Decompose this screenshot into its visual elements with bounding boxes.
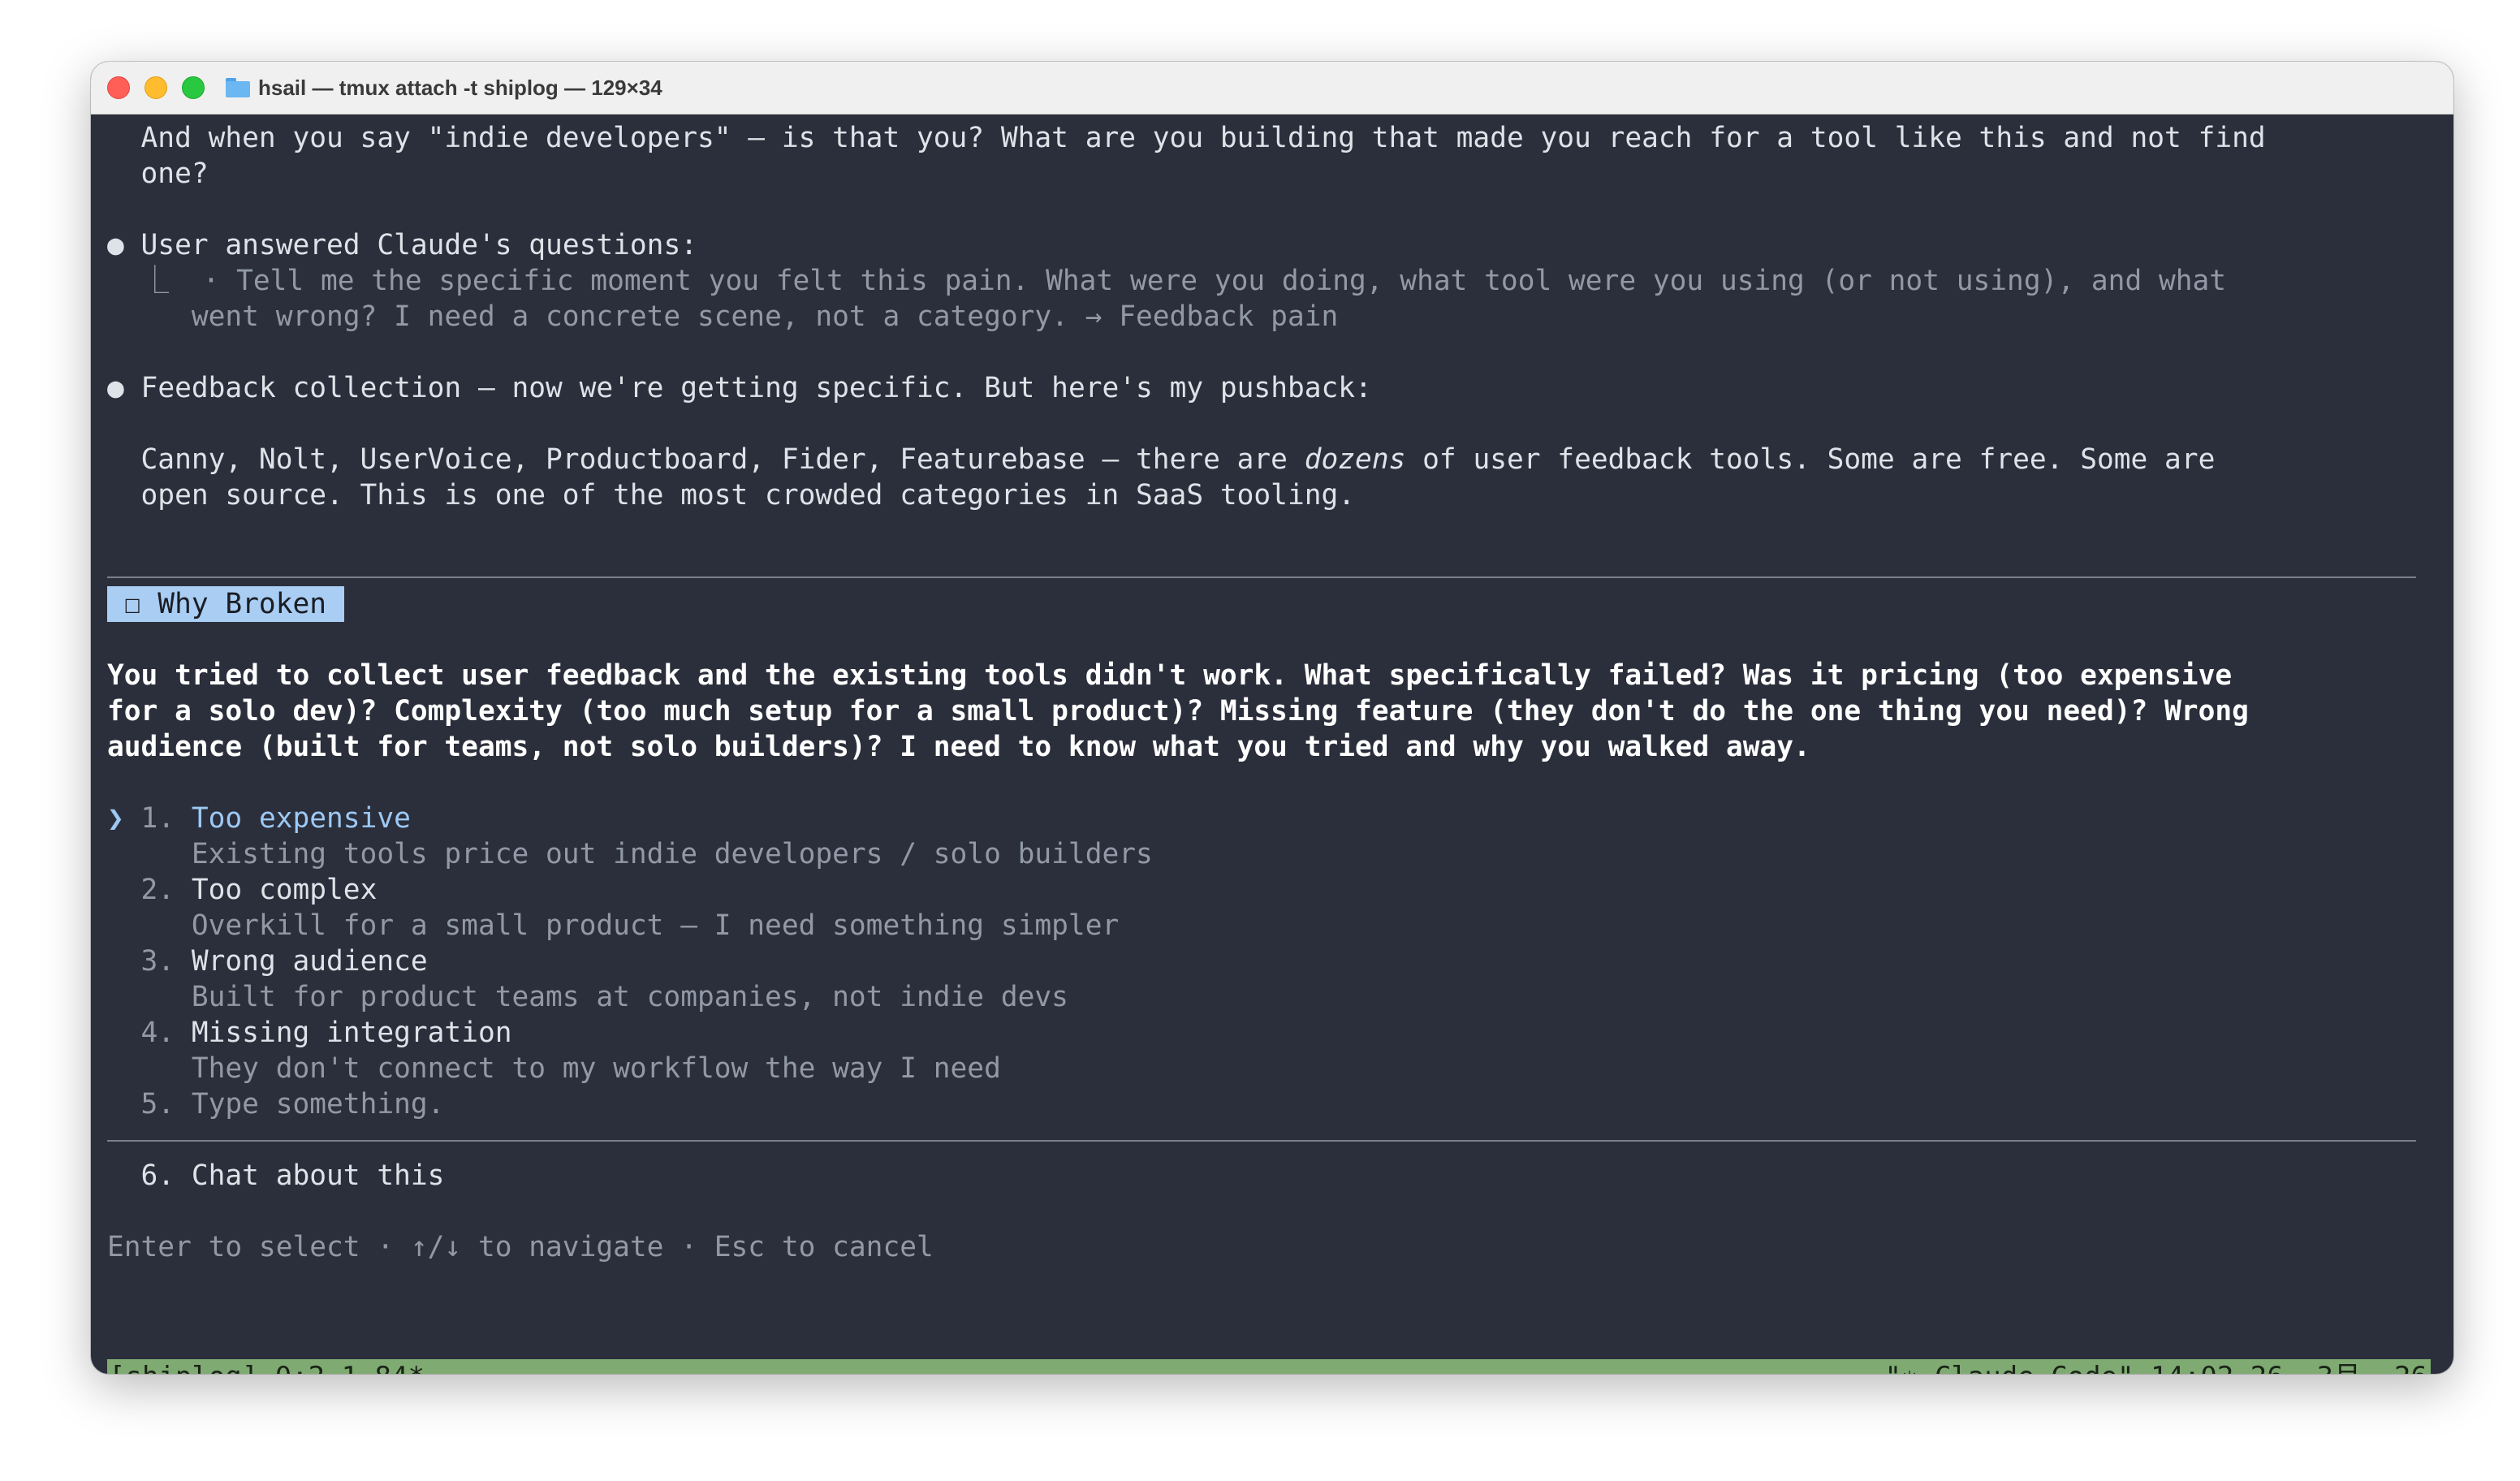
- option-4[interactable]: 4. Missing integration: [107, 1015, 512, 1051]
- footer-hint: Enter to select · ↑/↓ to navigate · Esc …: [107, 1231, 934, 1263]
- terminal-window: hsail — tmux attach -t shiplog — 129×34 …: [91, 62, 2453, 1374]
- divider: [107, 1140, 2416, 1142]
- question-text: You tried to collect user feedback and t…: [107, 659, 2233, 692]
- zoom-button[interactable]: [182, 76, 205, 99]
- window-title-group: hsail — tmux attach -t shiplog — 129×34: [226, 62, 662, 114]
- title-bar[interactable]: hsail — tmux attach -t shiplog — 129×34: [91, 62, 2453, 114]
- option-description: They don't connect to my workflow the wa…: [107, 1052, 1001, 1085]
- folder-icon: [226, 78, 250, 97]
- option-label: Wrong audience: [191, 945, 428, 978]
- question-text: for a solo dev)? Complexity (too much se…: [107, 695, 2249, 728]
- question-text: audience (built for teams, not solo buil…: [107, 731, 1810, 763]
- option-description: Existing tools price out indie developer…: [107, 838, 1153, 870]
- transcript-line: ⎿ · Tell me the specific moment you felt…: [107, 265, 2227, 297]
- option-6-chat[interactable]: 6. Chat about this: [107, 1158, 445, 1194]
- question-header: ☐ Why Broken: [107, 586, 345, 622]
- option-label: Type something.: [191, 1088, 445, 1120]
- window-title: hsail — tmux attach -t shiplog — 129×34: [258, 75, 662, 100]
- bullet-icon: ●: [107, 372, 124, 404]
- option-label: Missing integration: [191, 1017, 512, 1049]
- question-header-badge: ☐ Why Broken: [107, 586, 345, 622]
- option-description: Overkill for a small product — I need so…: [107, 909, 1120, 942]
- close-button[interactable]: [107, 76, 130, 99]
- option-2[interactable]: 2. Too complex: [107, 872, 378, 908]
- minimize-button[interactable]: [145, 76, 167, 99]
- terminal-content[interactable]: And when you say "indie developers" — is…: [107, 114, 2453, 1374]
- transcript-line: open source. This is one of the most cro…: [107, 479, 1356, 512]
- session-status: [shiplog] 0:2.1.84*: [109, 1359, 425, 1374]
- transcript-line: ● User answered Claude's questions:: [107, 229, 697, 261]
- bullet-icon: ●: [107, 229, 124, 261]
- transcript-line: And when you say "indie developers" — is…: [107, 122, 2266, 154]
- emphasis-text: dozens: [1304, 443, 1406, 476]
- cursor-icon: ❯: [107, 802, 124, 835]
- status-clock: "✳ Claude Code" 14:02 26- 3月 -26: [1884, 1359, 2427, 1374]
- transcript-line: went wrong? I need a concrete scene, not…: [107, 300, 1339, 333]
- option-1[interactable]: ❯ 1. Too expensive: [107, 801, 411, 836]
- option-label: Too expensive: [191, 802, 411, 835]
- transcript-line: Canny, Nolt, UserVoice, Productboard, Fi…: [107, 443, 2216, 476]
- option-5[interactable]: 5. Type something.: [107, 1086, 445, 1122]
- option-description: Built for product teams at companies, no…: [107, 981, 1068, 1013]
- option-3[interactable]: 3. Wrong audience: [107, 943, 428, 979]
- option-label: Too complex: [191, 874, 378, 906]
- divider: [107, 576, 2416, 578]
- transcript-line: one?: [107, 158, 209, 190]
- tmux-status-bar: [shiplog] 0:2.1.84* "✳ Claude Code" 14:0…: [107, 1359, 2431, 1374]
- transcript-line: ● Feedback collection — now we're gettin…: [107, 372, 1372, 404]
